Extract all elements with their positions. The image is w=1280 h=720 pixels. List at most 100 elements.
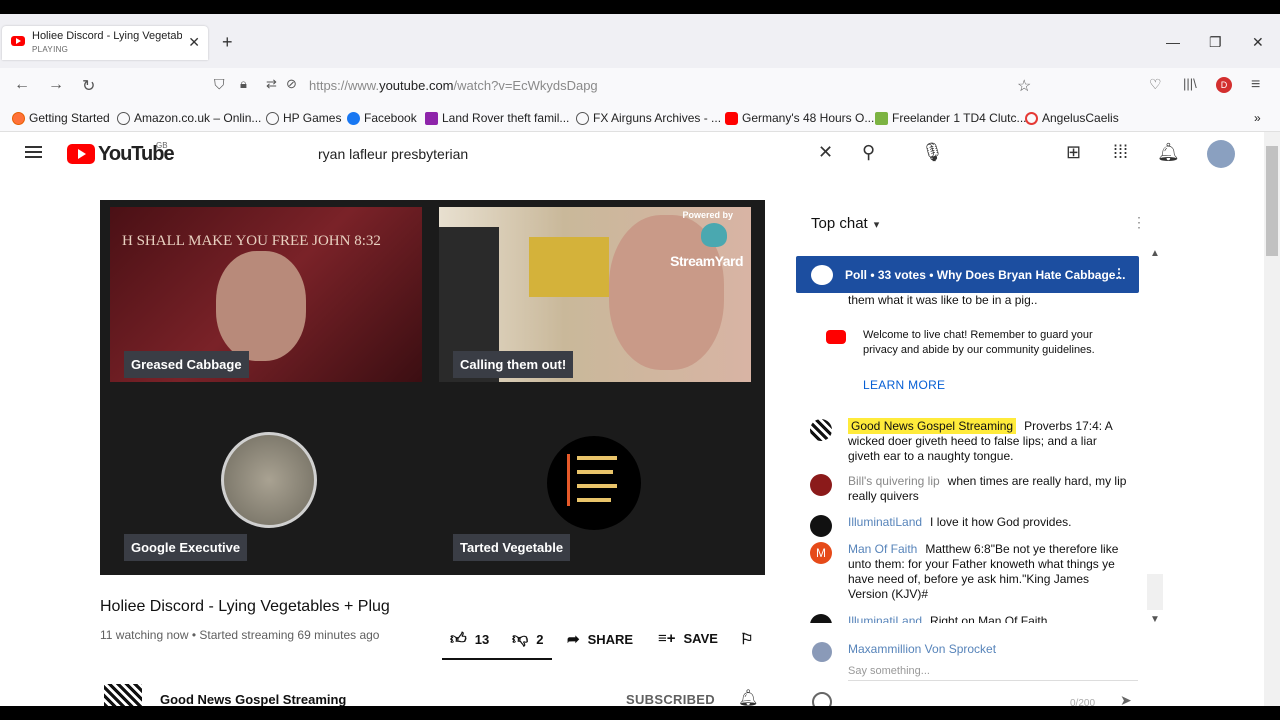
share-label: SHARE [587,631,634,647]
video-player[interactable]: H SHALL MAKE YOU FREE JOHN 8:32 Greased … [100,200,765,575]
author-avatar[interactable] [810,474,832,496]
participant-tile-3: Google Executive [110,390,422,565]
library-icon[interactable]: |||\ [1183,76,1197,91]
chat-scroll-down-icon[interactable]: ▼ [1150,614,1160,625]
channel-name[interactable]: Good News Gospel Streaming [160,692,346,706]
tab-bar: Holiee Discord - Lying Vegetab PLAYING ✕… [0,14,1280,68]
chat-more-options-icon[interactable]: ⋮ [1132,214,1146,231]
youtube-logo-icon[interactable] [67,144,95,164]
author-name[interactable]: IlluminatiLand [848,614,922,623]
forward-icon[interactable]: → [48,76,64,94]
landrover-icon [875,111,888,125]
menu-icon[interactable]: ≡ [1251,76,1260,94]
overflow-chevron-icon[interactable]: » [1254,111,1261,125]
send-icon[interactable]: ➤ [1120,692,1132,706]
like-dislike-bar [442,658,552,660]
chat-input[interactable]: Say something... [848,665,930,677]
participant-face [216,251,306,361]
chat-scrollbar-thumb[interactable] [1147,574,1163,610]
close-tab-icon[interactable]: ✕ [188,34,200,51]
shield-icon[interactable]: ⛉ [214,76,225,93]
bookmark-item[interactable]: Freelander 1 TD4 Clutc... [875,111,1027,125]
page-scrollbar[interactable] [1264,132,1280,706]
like-button[interactable]: 👍︎ 13 [450,630,489,649]
chat-message: IlluminatiLand I love it how God provides… [810,515,1130,537]
channel-bell-icon[interactable]: 🔔︎ [738,688,758,706]
bookmark-item[interactable]: Facebook [347,111,417,125]
youtube-favicon-icon [11,36,25,46]
share-button[interactable]: ➦ SHARE [567,630,633,648]
author-name[interactable]: Good News Gospel Streaming [848,418,1017,434]
microphone-icon[interactable]: 🎙︎ [921,142,944,163]
reload-icon[interactable]: ↻ [82,76,95,96]
learn-more-link[interactable]: LEARN MORE [863,378,945,392]
tab-youtube[interactable]: Holiee Discord - Lying Vegetab PLAYING ✕ [2,26,208,60]
save-button[interactable]: ≡+ SAVE [658,630,718,647]
bookmark-item[interactable]: Getting Started [12,111,110,125]
poll-more-icon[interactable]: ⋮ [1113,266,1125,280]
report-button[interactable]: ⚐ [740,630,753,648]
profile-icon[interactable]: D [1216,77,1232,93]
bookmark-item[interactable]: HP Games [266,111,341,125]
channel-avatar[interactable] [104,684,142,706]
subscribed-button[interactable]: SUBSCRIBED [626,692,715,706]
author-name[interactable]: IlluminatiLand [848,515,922,529]
new-tab-icon[interactable]: + [222,32,233,53]
permissions-icon[interactable]: ⇄ [266,76,277,92]
youtube-icon [826,330,846,344]
back-icon[interactable]: ← [14,76,30,94]
author-avatar[interactable]: M [810,542,832,564]
emoji-icon[interactable] [812,692,832,706]
author-avatar[interactable] [810,419,832,441]
hamburger-menu-icon[interactable] [25,146,42,158]
bookmark-item[interactable]: FX Airguns Archives - ... [576,111,721,125]
search-icon[interactable]: ⚲ [862,142,875,163]
page-scrollbar-thumb[interactable] [1266,146,1278,256]
chat-input-underline [848,680,1138,681]
globe-icon [117,111,130,125]
author-name[interactable]: Bill's quivering lip [848,474,940,488]
bookmark-item[interactable]: AngelusCaelis [1025,111,1119,125]
bookmark-item[interactable]: Amazon.co.uk – Onlin... [117,111,261,125]
bookmark-label: Getting Started [29,111,110,125]
close-window-icon[interactable]: ✕ [1252,34,1264,51]
banner-text: H SHALL MAKE YOU FREE JOHN 8:32 [122,233,381,249]
account-avatar[interactable] [1207,140,1235,168]
bookmark-item[interactable]: Germany's 48 Hours O... [725,111,874,125]
apps-grid-icon[interactable]: ⁞⁞⁞ [1113,142,1128,163]
pocket-icon[interactable]: ♡ [1149,76,1162,93]
autoplay-blocked-icon[interactable]: ⊘ [286,76,297,92]
participant-tile-2: Powered by StreamYard Calling them out! [439,207,751,382]
save-label: SAVE [683,631,718,646]
bookmark-label: HP Games [283,111,342,125]
notifications-bell-icon[interactable]: 🔔︎ [1157,142,1180,163]
url-path: /watch?v=EcWkydsDapg [453,78,598,93]
poll-banner[interactable]: Poll • 33 votes • Why Does Bryan Hate Ca… [796,256,1139,293]
chevron-down-icon: ▾ [873,219,880,231]
firefox-icon [12,111,25,125]
chat-scroll-up-icon[interactable]: ▲ [1150,248,1160,259]
poll-text: Poll • 33 votes • Why Does Bryan Hate Ca… [845,268,1126,282]
restore-icon[interactable]: ❐ [1209,34,1222,51]
author-avatar[interactable] [810,614,832,623]
tab-status: PLAYING [32,45,69,54]
author-avatar[interactable] [810,515,832,537]
angelus-icon [1025,111,1038,125]
clear-search-icon[interactable]: ✕ [818,142,833,163]
poll-avatar [811,265,833,285]
dislike-count: 2 [536,632,544,647]
lock-icon[interactable]: 🔒︎ [240,76,247,92]
minimize-icon[interactable]: — [1166,34,1180,50]
chat-message-list[interactable]: them what it was like to be in a pig.. W… [800,293,1145,623]
dislike-button[interactable]: 👎︎ 2 [512,630,543,649]
search-input[interactable]: ryan lafleur presbyterian [318,146,468,162]
bookmark-star-icon[interactable]: ☆ [1017,76,1031,96]
create-video-icon[interactable]: ⊞ [1066,142,1081,163]
bookmark-label: Germany's 48 Hours O... [742,111,875,125]
url-bar[interactable]: https://www.youtube.com/watch?v=EcWkydsD… [309,78,598,93]
author-name[interactable]: Man Of Faith [848,542,917,556]
bookmark-item[interactable]: Land Rover theft famil... [425,111,569,125]
chat-message: M Man Of Faith Matthew 6:8"Be not ye ther… [810,542,1130,602]
bookmark-label: Facebook [364,111,417,125]
chat-mode-selector[interactable]: Top chat ▾ [811,215,879,232]
